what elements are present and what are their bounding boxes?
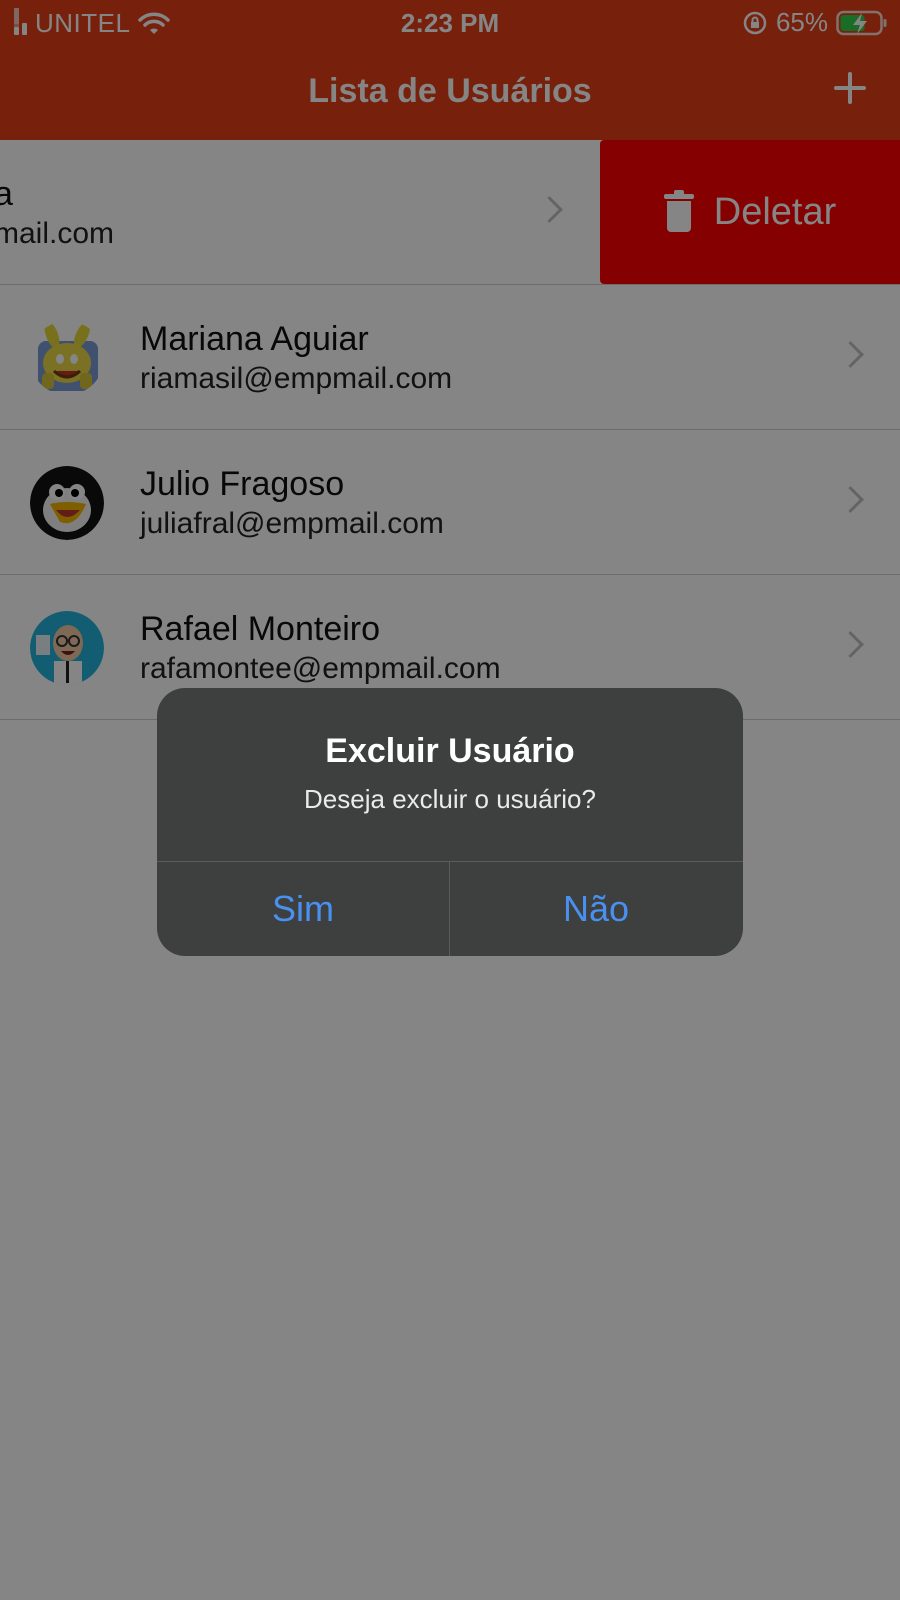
confirm-delete-dialog: Excluir Usuário Deseja excluir o usuário…: [157, 688, 743, 956]
confirm-yes-button[interactable]: Sim: [157, 862, 449, 956]
confirm-no-button[interactable]: Não: [450, 862, 742, 956]
app-screen: UNITEL 2:23 PM 65% Lista de Usuários mai…: [0, 0, 900, 1600]
dialog-message: Deseja excluir o usuário?: [304, 784, 596, 814]
dialog-title: Excluir Usuário: [325, 732, 575, 770]
